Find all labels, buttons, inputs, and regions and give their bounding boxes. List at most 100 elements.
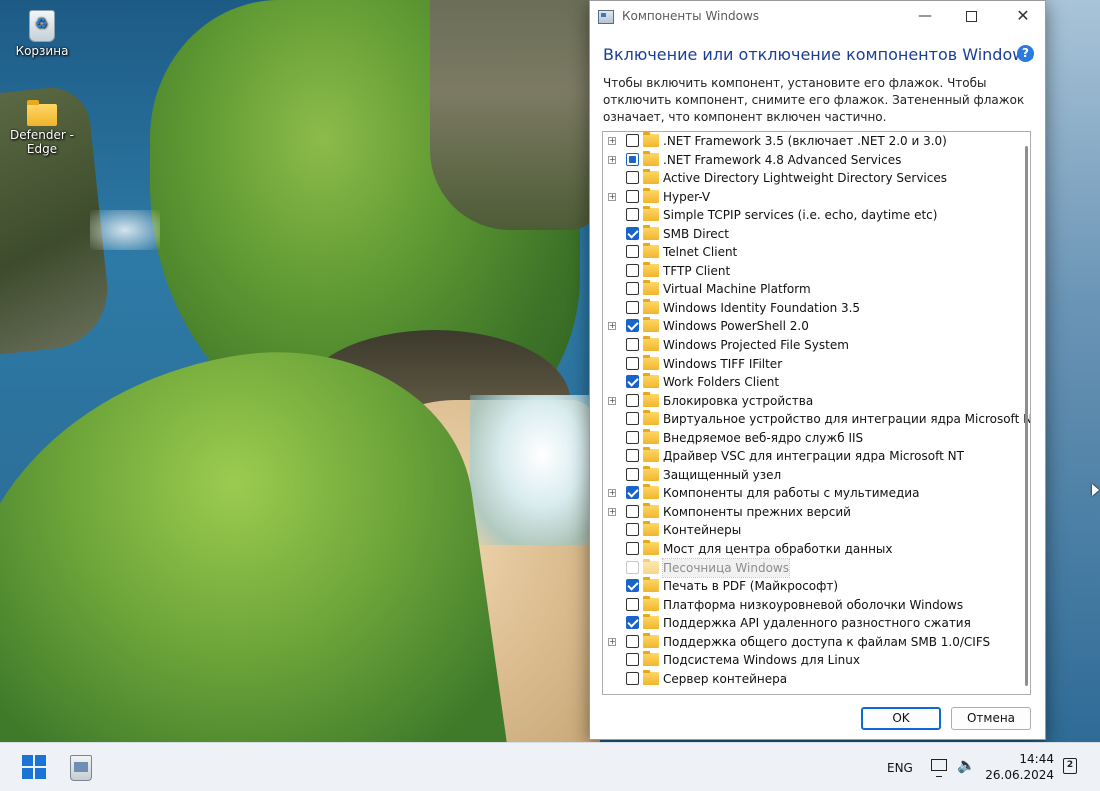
feature-checkbox[interactable] xyxy=(626,616,639,630)
notifications-icon[interactable]: 2 xyxy=(1063,758,1077,774)
feature-row[interactable]: Виртуальное устройство для интеграции яд… xyxy=(603,410,1030,429)
feature-checkbox[interactable] xyxy=(626,245,639,259)
feature-row[interactable]: Windows Identity Foundation 3.5 xyxy=(603,298,1030,318)
feature-label: Hyper-V xyxy=(663,189,711,204)
help-icon[interactable]: ? xyxy=(1017,45,1034,62)
feature-label: Печать в PDF (Майкрософт) xyxy=(663,579,839,594)
expand-icon[interactable]: + xyxy=(608,507,616,516)
feature-row[interactable]: Платформа низкоуровневой оболочки Window… xyxy=(603,595,1030,615)
feature-row[interactable]: Simple TCPIP services (i.e. echo, daytim… xyxy=(603,206,1030,225)
feature-checkbox[interactable] xyxy=(626,467,639,481)
feature-row[interactable]: Telnet Client xyxy=(603,243,1030,262)
expand-icon[interactable]: + xyxy=(608,322,616,331)
feature-row[interactable]: + Поддержка общего доступа к файлам SMB 1… xyxy=(603,632,1030,652)
expand-icon[interactable]: + xyxy=(608,396,616,405)
feature-row[interactable]: + Hyper-V xyxy=(603,187,1030,207)
feature-row[interactable]: Печать в PDF (Майкрософт) xyxy=(603,577,1030,596)
close-button[interactable]: ✕ xyxy=(1000,1,1046,33)
feature-row[interactable]: Подсистема Windows для Linux xyxy=(603,651,1030,670)
feature-checkbox[interactable] xyxy=(626,375,639,389)
feature-checkbox[interactable] xyxy=(626,282,639,296)
cancel-button[interactable]: Отмена xyxy=(951,707,1031,730)
feature-row[interactable]: Мост для центра обработки данных xyxy=(603,540,1030,559)
vertical-scrollbar[interactable] xyxy=(1025,146,1028,686)
feature-row[interactable]: + .NET Framework 4.8 Advanced Services xyxy=(603,150,1030,170)
expand-icon[interactable]: + xyxy=(608,637,616,646)
feature-row[interactable]: + Компоненты для работы с мультимедиа xyxy=(603,484,1030,503)
expand-icon[interactable]: + xyxy=(608,137,616,145)
features-tree[interactable]: + .NET Framework 3.5 (включает .NET 2.0 и… xyxy=(602,131,1031,695)
feature-row[interactable]: Windows Projected File System xyxy=(603,336,1030,355)
feature-checkbox[interactable] xyxy=(626,300,639,314)
feature-row[interactable]: + Компоненты прежних версий xyxy=(603,502,1030,522)
feature-checkbox[interactable] xyxy=(626,597,639,611)
feature-checkbox[interactable] xyxy=(626,356,639,370)
desktop-icon-label: Корзина xyxy=(15,44,69,58)
feature-checkbox[interactable] xyxy=(626,634,639,648)
feature-row[interactable]: + .NET Framework 3.5 (включает .NET 2.0 и… xyxy=(603,132,1030,151)
feature-label: Мост для центра обработки данных xyxy=(663,542,893,557)
mouse-cursor-icon xyxy=(1092,484,1099,496)
feature-row[interactable]: Песочница Windows xyxy=(603,557,1030,578)
expand-icon[interactable]: + xyxy=(608,155,616,164)
feature-label: Сервер контейнера xyxy=(663,671,788,686)
folder-icon xyxy=(643,651,659,667)
feature-row[interactable]: Контейнеры xyxy=(603,521,1030,540)
feature-checkbox[interactable] xyxy=(626,486,639,500)
feature-row[interactable]: Сервер контейнера xyxy=(603,669,1030,689)
feature-row[interactable]: SMB Direct xyxy=(603,224,1030,244)
network-icon[interactable] xyxy=(931,759,947,777)
wallpaper-right-cliff xyxy=(430,0,600,230)
feature-checkbox[interactable] xyxy=(626,412,639,426)
feature-row[interactable]: TFTP Client xyxy=(603,261,1030,281)
expand-icon[interactable]: + xyxy=(608,489,616,498)
expand-icon[interactable]: + xyxy=(608,192,616,201)
feature-row[interactable]: Поддержка API удаленного разностного сжа… xyxy=(603,614,1030,633)
feature-checkbox[interactable] xyxy=(626,393,639,407)
clock-time: 14:44 xyxy=(1019,752,1054,766)
feature-row[interactable]: Work Folders Client xyxy=(603,373,1030,392)
title-bar[interactable]: Компоненты Windows — ✕ xyxy=(590,1,1045,33)
minimize-button[interactable]: — xyxy=(902,1,948,33)
ok-button[interactable]: OK xyxy=(861,707,941,730)
feature-checkbox[interactable] xyxy=(626,226,639,240)
feature-row[interactable]: Защищенный узел xyxy=(603,465,1030,485)
feature-checkbox[interactable] xyxy=(626,579,639,593)
feature-checkbox[interactable] xyxy=(626,653,639,667)
feature-checkbox[interactable] xyxy=(626,523,639,537)
feature-row[interactable]: + Windows PowerShell 2.0 xyxy=(603,317,1030,336)
language-indicator[interactable]: ENG xyxy=(887,761,913,775)
feature-checkbox[interactable] xyxy=(626,208,639,222)
feature-checkbox[interactable] xyxy=(626,152,639,166)
feature-checkbox[interactable] xyxy=(626,542,639,556)
desktop-icon-recycle-bin[interactable]: Корзина xyxy=(6,10,78,58)
feature-label: Simple TCPIP services (i.e. echo, daytim… xyxy=(663,208,938,223)
clock[interactable]: 14:44 26.06.2024 xyxy=(980,751,1054,783)
feature-label: Песочница Windows xyxy=(662,557,790,578)
feature-row[interactable]: Windows TIFF IFilter xyxy=(603,354,1030,374)
feature-checkbox[interactable] xyxy=(626,263,639,277)
volume-icon[interactable]: 🔈 xyxy=(957,756,976,774)
feature-checkbox[interactable] xyxy=(626,189,639,203)
feature-checkbox[interactable] xyxy=(626,671,639,685)
feature-row[interactable]: Active Directory Lightweight Directory S… xyxy=(603,169,1030,188)
feature-row[interactable]: + Блокировка устройства xyxy=(603,391,1030,411)
start-button[interactable] xyxy=(22,755,46,779)
maximize-button[interactable] xyxy=(948,1,994,33)
feature-row[interactable]: Драйвер VSC для интеграции ядра Microsof… xyxy=(603,447,1030,466)
feature-checkbox[interactable] xyxy=(626,430,639,444)
folder-icon xyxy=(643,502,659,518)
feature-row[interactable]: Virtual Machine Platform xyxy=(603,280,1030,299)
folder-icon xyxy=(643,317,659,333)
feature-checkbox[interactable] xyxy=(626,449,639,463)
feature-checkbox[interactable] xyxy=(626,319,639,333)
feature-checkbox[interactable] xyxy=(626,171,639,185)
desktop-icon-defender-edge[interactable]: Defender - Edge xyxy=(6,98,78,156)
feature-checkbox[interactable] xyxy=(626,134,639,147)
taskbar-app-windows-features[interactable] xyxy=(70,755,92,781)
feature-checkbox[interactable] xyxy=(626,338,639,352)
feature-label: Драйвер VSC для интеграции ядра Microsof… xyxy=(663,449,964,464)
feature-checkbox[interactable] xyxy=(626,504,639,518)
feature-row[interactable]: Внедряемое веб-ядро служб IIS xyxy=(603,428,1030,448)
feature-label: TFTP Client xyxy=(663,263,731,278)
